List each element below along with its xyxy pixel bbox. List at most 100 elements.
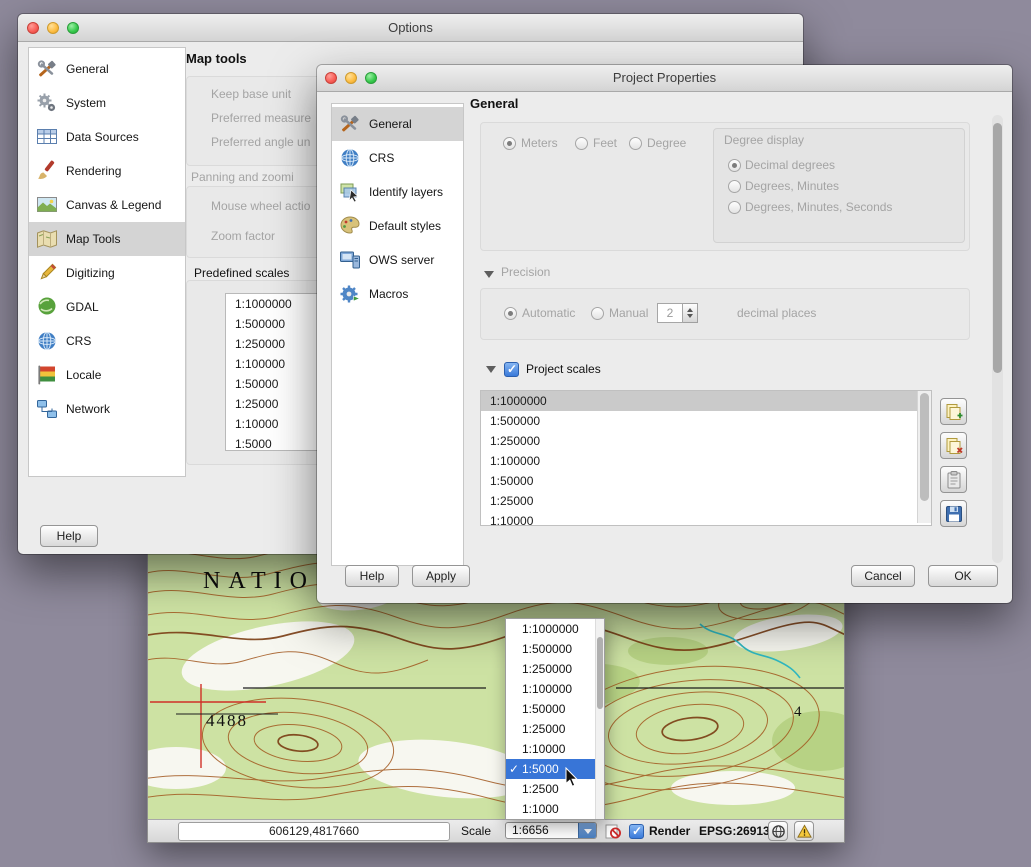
sidebar-item-digitizing[interactable]: Digitizing — [29, 256, 185, 290]
sidebar-item-crs[interactable]: CRS — [332, 141, 463, 175]
scale-dropdown-popup: 1:1000000 1:500000 1:250000 1:100000 1:5… — [505, 618, 605, 820]
section-title: General — [470, 96, 518, 111]
list-item[interactable]: 1:25000 — [481, 491, 931, 511]
degrees-minutes-radio[interactable] — [728, 180, 741, 193]
cancel-button[interactable]: Cancel — [851, 565, 915, 587]
dropdown-arrow-icon[interactable] — [578, 823, 596, 838]
decimal-degrees-radio[interactable] — [728, 159, 741, 172]
crs-status-button[interactable] — [768, 821, 788, 841]
coordinate-field[interactable]: 606129,4817660 — [178, 822, 450, 841]
project-scales-checkbox[interactable] — [504, 362, 519, 377]
meters-radio[interactable] — [503, 137, 516, 150]
feet-radio[interactable] — [575, 137, 588, 150]
scale-combobox[interactable]: 1:6656 — [505, 822, 597, 839]
list-item[interactable]: 1:1000000 — [481, 391, 931, 411]
popup-scrollbar[interactable] — [595, 619, 604, 819]
dropdown-item[interactable]: 1:500000 — [506, 639, 604, 659]
sidebar-item-ows-server[interactable]: OWS server — [332, 243, 463, 277]
sidebar-item-identify-layers[interactable]: Identify layers — [332, 175, 463, 209]
dropdown-item[interactable]: 1:10000 — [506, 739, 604, 759]
zoom-button[interactable] — [67, 22, 79, 34]
map-label-elevation: 4488 — [206, 711, 248, 730]
help-button[interactable]: Help — [40, 525, 98, 547]
project-scales-list[interactable]: 1:1000000 1:500000 1:250000 1:100000 1:5… — [480, 390, 932, 526]
content-scrollbar[interactable] — [992, 115, 1003, 563]
scrollbar-thumb[interactable] — [993, 123, 1002, 373]
minimize-button[interactable] — [345, 72, 357, 84]
render-checkbox[interactable] — [629, 824, 644, 839]
dropdown-item[interactable]: 1:2500 — [506, 779, 604, 799]
remove-scale-icon — [944, 436, 964, 456]
section-title: Map tools — [186, 51, 247, 66]
ok-button[interactable]: OK — [928, 565, 998, 587]
remove-scale-button[interactable] — [940, 432, 967, 459]
warning-icon — [797, 824, 812, 839]
clipboard-icon — [944, 470, 964, 490]
sidebar-item-default-styles[interactable]: Default styles — [332, 209, 463, 243]
sidebar-item-system[interactable]: System — [29, 86, 185, 120]
scale-combobox-value: 1:6656 — [512, 823, 549, 838]
add-scale-button[interactable] — [940, 398, 967, 425]
zoom-button[interactable] — [365, 72, 377, 84]
manual-radio[interactable] — [591, 307, 604, 320]
preferred-measure-label: Preferred measure — [211, 111, 311, 125]
sidebar-item-network[interactable]: Network — [29, 392, 185, 426]
dropdown-item[interactable]: 1:1000 — [506, 799, 604, 819]
stepper-arrows-icon[interactable] — [683, 303, 698, 323]
sidebar-item-rendering[interactable]: Rendering — [29, 154, 185, 188]
apply-button[interactable]: Apply — [412, 565, 470, 587]
list-item[interactable]: 1:500000 — [481, 411, 931, 431]
messages-button[interactable] — [794, 821, 814, 841]
close-button[interactable] — [325, 72, 337, 84]
sidebar-item-general[interactable]: General — [332, 107, 463, 141]
disclosure-triangle-icon[interactable] — [484, 271, 494, 278]
project-titlebar[interactable]: Project Properties — [317, 65, 1012, 92]
automatic-label: Automatic — [522, 306, 575, 320]
dropdown-item[interactable]: 1:250000 — [506, 659, 604, 679]
sidebar-item-crs[interactable]: CRS — [29, 324, 185, 358]
scale-label: Scale — [461, 824, 491, 838]
sidebar-item-label: Identify layers — [369, 185, 443, 199]
sidebar-item-map-tools[interactable]: Map Tools — [29, 222, 185, 256]
window-title: Project Properties — [317, 65, 1012, 91]
dropdown-item[interactable]: 1:100000 — [506, 679, 604, 699]
dropdown-item[interactable]: 1:25000 — [506, 719, 604, 739]
save-scales-button[interactable] — [940, 500, 967, 527]
close-button[interactable] — [27, 22, 39, 34]
epsg-label: EPSG:26913 — [699, 824, 770, 838]
scrollbar-thumb[interactable] — [597, 637, 603, 709]
degree-display-title: Degree display — [724, 133, 804, 147]
zoom-factor-label: Zoom factor — [211, 229, 275, 243]
list-item[interactable]: 1:250000 — [481, 431, 931, 451]
sidebar-item-locale[interactable]: Locale — [29, 358, 185, 392]
list-item[interactable]: 1:10000 — [481, 511, 931, 526]
degree-radio[interactable] — [629, 137, 642, 150]
sidebar-item-macros[interactable]: Macros — [332, 277, 463, 311]
dropdown-item[interactable]: 1:50000 — [506, 699, 604, 719]
sidebar-item-label: Macros — [369, 287, 408, 301]
list-item[interactable]: 1:50000 — [481, 471, 931, 491]
load-scales-button[interactable] — [940, 466, 967, 493]
help-button[interactable]: Help — [345, 565, 399, 587]
dropdown-item-selected[interactable]: 1:5000 — [506, 759, 604, 779]
project-sidebar: General CRS Identify layers Default styl… — [331, 103, 464, 566]
disclosure-triangle-icon[interactable] — [486, 366, 496, 373]
sidebar-item-label: CRS — [66, 334, 91, 348]
sidebar-item-data-sources[interactable]: Data Sources — [29, 120, 185, 154]
sidebar-item-general[interactable]: General — [29, 52, 185, 86]
sidebar-item-canvas-legend[interactable]: Canvas & Legend — [29, 188, 185, 222]
automatic-radio[interactable] — [504, 307, 517, 320]
stop-rendering-icon[interactable] — [605, 823, 621, 839]
sidebar-item-label: Locale — [66, 368, 101, 382]
decimal-places-stepper[interactable]: 2 — [657, 303, 698, 323]
sidebar-item-label: Rendering — [66, 164, 121, 178]
feet-label: Feet — [593, 136, 617, 150]
minimize-button[interactable] — [47, 22, 59, 34]
options-titlebar[interactable]: Options — [18, 14, 803, 42]
list-item[interactable]: 1:100000 — [481, 451, 931, 471]
scrollbar-thumb[interactable] — [920, 393, 929, 501]
dropdown-item[interactable]: 1:1000000 — [506, 619, 604, 639]
sidebar-item-gdal[interactable]: GDAL — [29, 290, 185, 324]
degrees-minutes-seconds-radio[interactable] — [728, 201, 741, 214]
list-scrollbar[interactable] — [917, 391, 931, 523]
